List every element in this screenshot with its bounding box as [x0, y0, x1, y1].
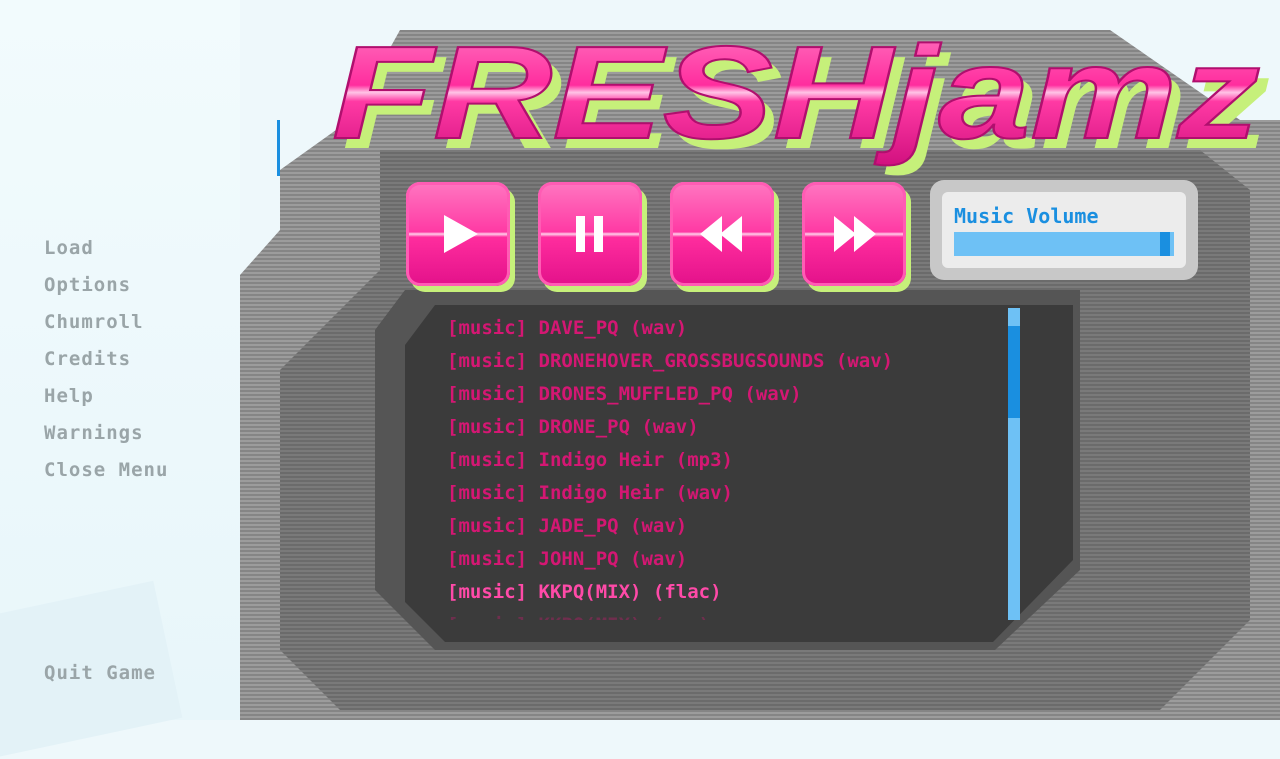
quit-game-button[interactable]: Quit Game	[44, 662, 156, 684]
track-item[interactable]: [music] JOHN_PQ (wav)	[447, 545, 1003, 578]
music-volume-inner: Music Volume	[942, 192, 1186, 268]
music-volume-label: Music Volume	[954, 204, 1099, 228]
menu-item-close-menu[interactable]: Close Menu	[44, 458, 168, 495]
pause-icon	[576, 216, 603, 252]
music-volume-thumb[interactable]	[1160, 232, 1170, 256]
fast-forward-icon	[834, 216, 876, 252]
freshjamz-logo: FRESHjamz FRESHjamz	[331, 20, 1270, 176]
menu-item-load[interactable]: Load	[44, 236, 168, 273]
rewind-button[interactable]	[670, 182, 774, 286]
track-item[interactable]: [music] Indigo Heir (mp3)	[447, 446, 1003, 479]
menu-item-options[interactable]: Options	[44, 273, 168, 310]
play-icon	[444, 215, 478, 253]
track-item[interactable]: [music] DAVE_PQ (wav)	[447, 314, 1003, 347]
track-list: [music] DAVE_PQ (wav) [music] DRONEHOVER…	[447, 314, 1003, 620]
track-item[interactable]: [music] DRONE_PQ (wav)	[447, 413, 1003, 446]
menu-accent-line	[277, 120, 280, 176]
play-button[interactable]	[406, 182, 510, 286]
music-volume-panel: Music Volume	[930, 180, 1198, 280]
menu-item-credits[interactable]: Credits	[44, 347, 168, 384]
track-list-scrollbar-thumb[interactable]	[1008, 326, 1020, 418]
menu-item-warnings[interactable]: Warnings	[44, 421, 168, 458]
menu-item-chumroll[interactable]: Chumroll	[44, 310, 168, 347]
track-item[interactable]: [music] JADE_PQ (wav)	[447, 512, 1003, 545]
logo-text: FRESHjamz	[332, 20, 1260, 166]
pause-button[interactable]	[538, 182, 642, 286]
rewind-icon	[700, 216, 742, 252]
music-volume-slider[interactable]	[954, 232, 1174, 256]
track-item[interactable]: [music] DRONEHOVER_GROSSBUGSOUNDS (wav)	[447, 347, 1003, 380]
track-item-selected[interactable]: [music] KKPQ(MIX) (flac)	[447, 578, 1003, 611]
track-item[interactable]: [music] Indigo Heir (wav)	[447, 479, 1003, 512]
track-item[interactable]: [music] DRONES_MUFFLED_PQ (wav)	[447, 380, 1003, 413]
main-menu: Load Options Chumroll Credits Help Warni…	[44, 236, 168, 495]
menu-item-help[interactable]: Help	[44, 384, 168, 421]
fast-forward-button[interactable]	[802, 182, 906, 286]
track-item[interactable]: [music] KKPQ(MIX) (wav)	[447, 611, 1003, 620]
track-list-scrollbar[interactable]	[1008, 308, 1020, 620]
music-volume-fill	[954, 232, 1160, 256]
